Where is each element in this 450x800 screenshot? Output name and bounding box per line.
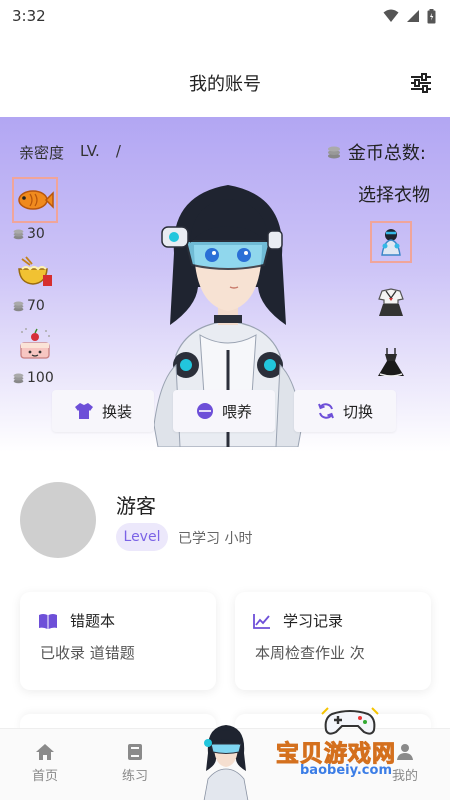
study-record-subtitle: 本周检查作业 次 [255,644,365,662]
intimacy-row: 亲密度 LV. / [19,142,121,163]
study-record-card[interactable]: 学习记录 本周检查作业 次 [235,592,431,690]
wrong-book-label: 错题本 [70,612,116,630]
coin-stack-icon [327,146,340,159]
coin-stack-icon [13,229,24,240]
status-icons [383,8,436,24]
noodle-bowl-icon [18,256,52,286]
food-price-noodles: 70 [12,295,72,317]
avatar[interactable] [20,482,96,558]
app-header: 我的账号 [0,56,450,110]
cake-icon [20,328,50,359]
food-list: 30 70 100 [12,177,72,393]
sailor-uniform-icon [378,288,404,316]
shirt-icon [74,403,93,419]
feed-label: 喂养 [221,402,252,421]
wrong-book-title: 错题本 [38,610,115,631]
choose-clothes-label: 选择衣物 [358,185,430,206]
food-price-cake: 100 [12,367,72,389]
wifi-icon [383,9,399,22]
black-dress-icon [378,348,404,377]
nav-home-label: 首页 [31,769,58,784]
username: 游客 [116,494,156,518]
switch-label: 切换 [342,402,373,421]
blue-mecha-outfit-icon [381,229,401,256]
settings-button[interactable] [410,73,432,93]
home-icon [36,744,54,760]
coin-stack-icon [13,301,24,312]
watermark: 宝贝游戏网 baobeiy.com [276,706,426,788]
refresh-icon [318,403,334,419]
nav-item-home[interactable]: 首页 [15,743,75,784]
change-outfit-button[interactable]: 换装 [52,390,154,432]
notebook-icon [128,744,142,760]
feed-button[interactable]: 喂养 [173,390,275,432]
study-record-label: 学习记录 [283,612,344,630]
coins-total-label: 金币总数: [347,143,426,164]
battery-icon [427,8,436,23]
status-time: 3:32 [12,7,46,25]
level-separator: / [115,142,121,160]
outfit-item-dress[interactable] [370,341,412,383]
pet-action-row: 换装 喂养 切换 [52,390,396,432]
food-price-value: 30 [27,226,45,242]
outfit-item-mecha[interactable] [370,221,412,263]
wrong-book-subtitle: 已收录 道错题 [40,644,135,662]
pet-panel: 亲密度 LV. / 金币总数: 选择衣物 30 70 100 换装 喂养 切换 [0,117,450,452]
status-bar: 3:32 [0,0,450,32]
cell-signal-icon [407,10,419,22]
page-title: 我的账号 [189,74,261,95]
level-badge: Level [116,523,168,551]
food-price-fish: 30 [12,223,72,245]
intimacy-label: 亲密度 [19,144,65,162]
nav-item-practice[interactable]: 练习 [105,743,165,784]
level-label: LV. [80,142,100,160]
outfit-item-sailor[interactable] [370,281,412,323]
nav-practice-label: 练习 [121,769,148,784]
nav-item-character[interactable] [196,723,256,800]
switch-button[interactable]: 切换 [294,390,396,432]
food-item-fish[interactable] [12,177,58,223]
book-icon [39,613,57,629]
study-time: 已学习 小时 [178,531,253,547]
line-chart-icon [253,613,270,629]
coin-stack-icon [13,373,24,384]
bowl-icon [196,403,213,419]
sliders-icon [411,73,431,93]
outfit-list [370,221,414,401]
profile-section: 游客 Level 已学习 小时 [20,482,440,562]
food-price-value: 70 [27,298,45,314]
food-item-noodles[interactable] [12,249,58,295]
wrong-book-card[interactable]: 错题本 已收录 道错题 [20,592,216,690]
coins-total: 金币总数: [326,139,426,165]
food-price-value: 100 [27,370,54,386]
watermark-url: baobeiy.com [300,763,392,778]
fish-icon [18,190,54,210]
change-outfit-label: 换装 [101,402,132,421]
study-record-title: 学习记录 [253,610,343,631]
food-item-cake[interactable] [12,321,58,367]
